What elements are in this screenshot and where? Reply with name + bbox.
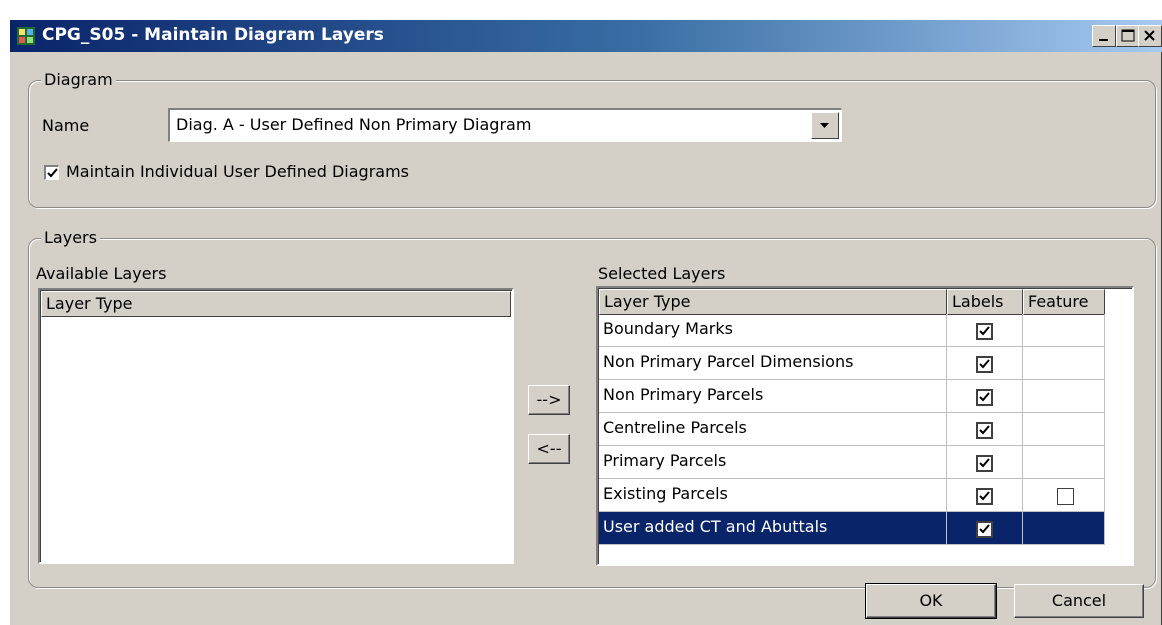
checkmark-icon — [979, 458, 990, 468]
labels-cell — [947, 479, 1023, 512]
checkmark-icon — [979, 491, 990, 501]
diagram-group-legend: Diagram — [41, 70, 116, 90]
feature-cell — [1023, 413, 1105, 446]
selected-layers-grid[interactable]: Layer Type Labels Feature Boundary Marks… — [596, 286, 1134, 566]
window-title: CPG_S05 - Maintain Diagram Layers — [42, 25, 384, 45]
selected-header-layer-type[interactable]: Layer Type — [599, 289, 947, 315]
labels-cell — [947, 413, 1023, 446]
diagram-name-select[interactable]: Diag. A - User Defined Non Primary Diagr… — [168, 108, 842, 142]
available-header-layer-type[interactable]: Layer Type — [41, 291, 511, 317]
labels-cell — [947, 347, 1023, 380]
table-row[interactable]: Non Primary Parcel Dimensions — [599, 347, 1109, 380]
layer-type-cell: Existing Parcels — [599, 479, 947, 512]
diagram-name-value: Diag. A - User Defined Non Primary Diagr… — [176, 115, 532, 134]
feature-cell — [1023, 512, 1105, 545]
maintain-diagrams-checkbox[interactable] — [44, 165, 59, 180]
labels-checkbox[interactable] — [976, 323, 993, 340]
close-icon — [1144, 30, 1155, 41]
dropdown-button[interactable] — [811, 112, 839, 139]
checkmark-icon — [47, 168, 58, 178]
cancel-button[interactable]: Cancel — [1014, 584, 1144, 618]
app-icon — [17, 27, 35, 45]
table-row[interactable]: Centreline Parcels — [599, 413, 1109, 446]
ok-button[interactable]: OK — [866, 584, 996, 618]
layer-type-cell: User added CT and Abuttals — [599, 512, 947, 545]
maintain-diagrams-label: Maintain Individual User Defined Diagram… — [66, 162, 410, 181]
remove-layer-button[interactable]: <-- — [528, 434, 570, 464]
selected-header-feature[interactable]: Feature — [1023, 289, 1105, 315]
diagram-group: Diagram — [28, 70, 1156, 208]
labels-checkbox[interactable] — [976, 356, 993, 373]
table-row[interactable]: User added CT and Abuttals — [599, 512, 1109, 545]
checkmark-icon — [979, 359, 990, 369]
close-button[interactable] — [1138, 25, 1162, 47]
table-row[interactable]: Boundary Marks — [599, 314, 1109, 347]
layer-type-cell: Centreline Parcels — [599, 413, 947, 446]
labels-cell — [947, 446, 1023, 479]
dialog-window: CPG_S05 - Maintain Diagram Layers Diagra… — [8, 18, 1162, 625]
labels-cell — [947, 380, 1023, 413]
labels-cell — [947, 314, 1023, 347]
available-layers-label: Available Layers — [36, 264, 167, 283]
maximize-button[interactable] — [1116, 25, 1140, 47]
feature-cell — [1023, 314, 1105, 347]
labels-checkbox[interactable] — [976, 455, 993, 472]
labels-cell — [947, 512, 1023, 545]
selected-header-labels[interactable]: Labels — [947, 289, 1023, 315]
layer-type-cell: Non Primary Parcel Dimensions — [599, 347, 947, 380]
layer-type-cell: Boundary Marks — [599, 314, 947, 347]
checkmark-icon — [979, 524, 990, 534]
labels-checkbox[interactable] — [976, 389, 993, 406]
name-label: Name — [42, 116, 90, 135]
add-layer-button[interactable]: --> — [528, 385, 570, 415]
labels-checkbox[interactable] — [976, 488, 993, 505]
chevron-down-icon — [820, 123, 829, 128]
feature-cell — [1023, 446, 1105, 479]
checkmark-icon — [979, 392, 990, 402]
title-bar[interactable]: CPG_S05 - Maintain Diagram Layers — [10, 20, 1162, 52]
minimize-icon — [1099, 39, 1108, 41]
feature-cell — [1023, 479, 1105, 512]
layer-type-cell: Primary Parcels — [599, 446, 947, 479]
maximize-icon — [1121, 29, 1135, 42]
checkmark-icon — [979, 425, 990, 435]
minimize-button[interactable] — [1092, 25, 1116, 47]
available-layers-list[interactable]: Layer Type — [38, 288, 514, 564]
checkmark-icon — [979, 326, 990, 336]
feature-checkbox[interactable] — [1057, 488, 1074, 505]
table-row[interactable]: Non Primary Parcels — [599, 380, 1109, 413]
feature-cell — [1023, 380, 1105, 413]
labels-checkbox[interactable] — [976, 422, 993, 439]
layers-group-legend: Layers — [41, 228, 100, 248]
feature-cell — [1023, 347, 1105, 380]
selected-layers-label: Selected Layers — [598, 264, 726, 283]
table-row[interactable]: Primary Parcels — [599, 446, 1109, 479]
labels-checkbox[interactable] — [976, 521, 993, 538]
table-row[interactable]: Existing Parcels — [599, 479, 1109, 512]
layer-type-cell: Non Primary Parcels — [599, 380, 947, 413]
